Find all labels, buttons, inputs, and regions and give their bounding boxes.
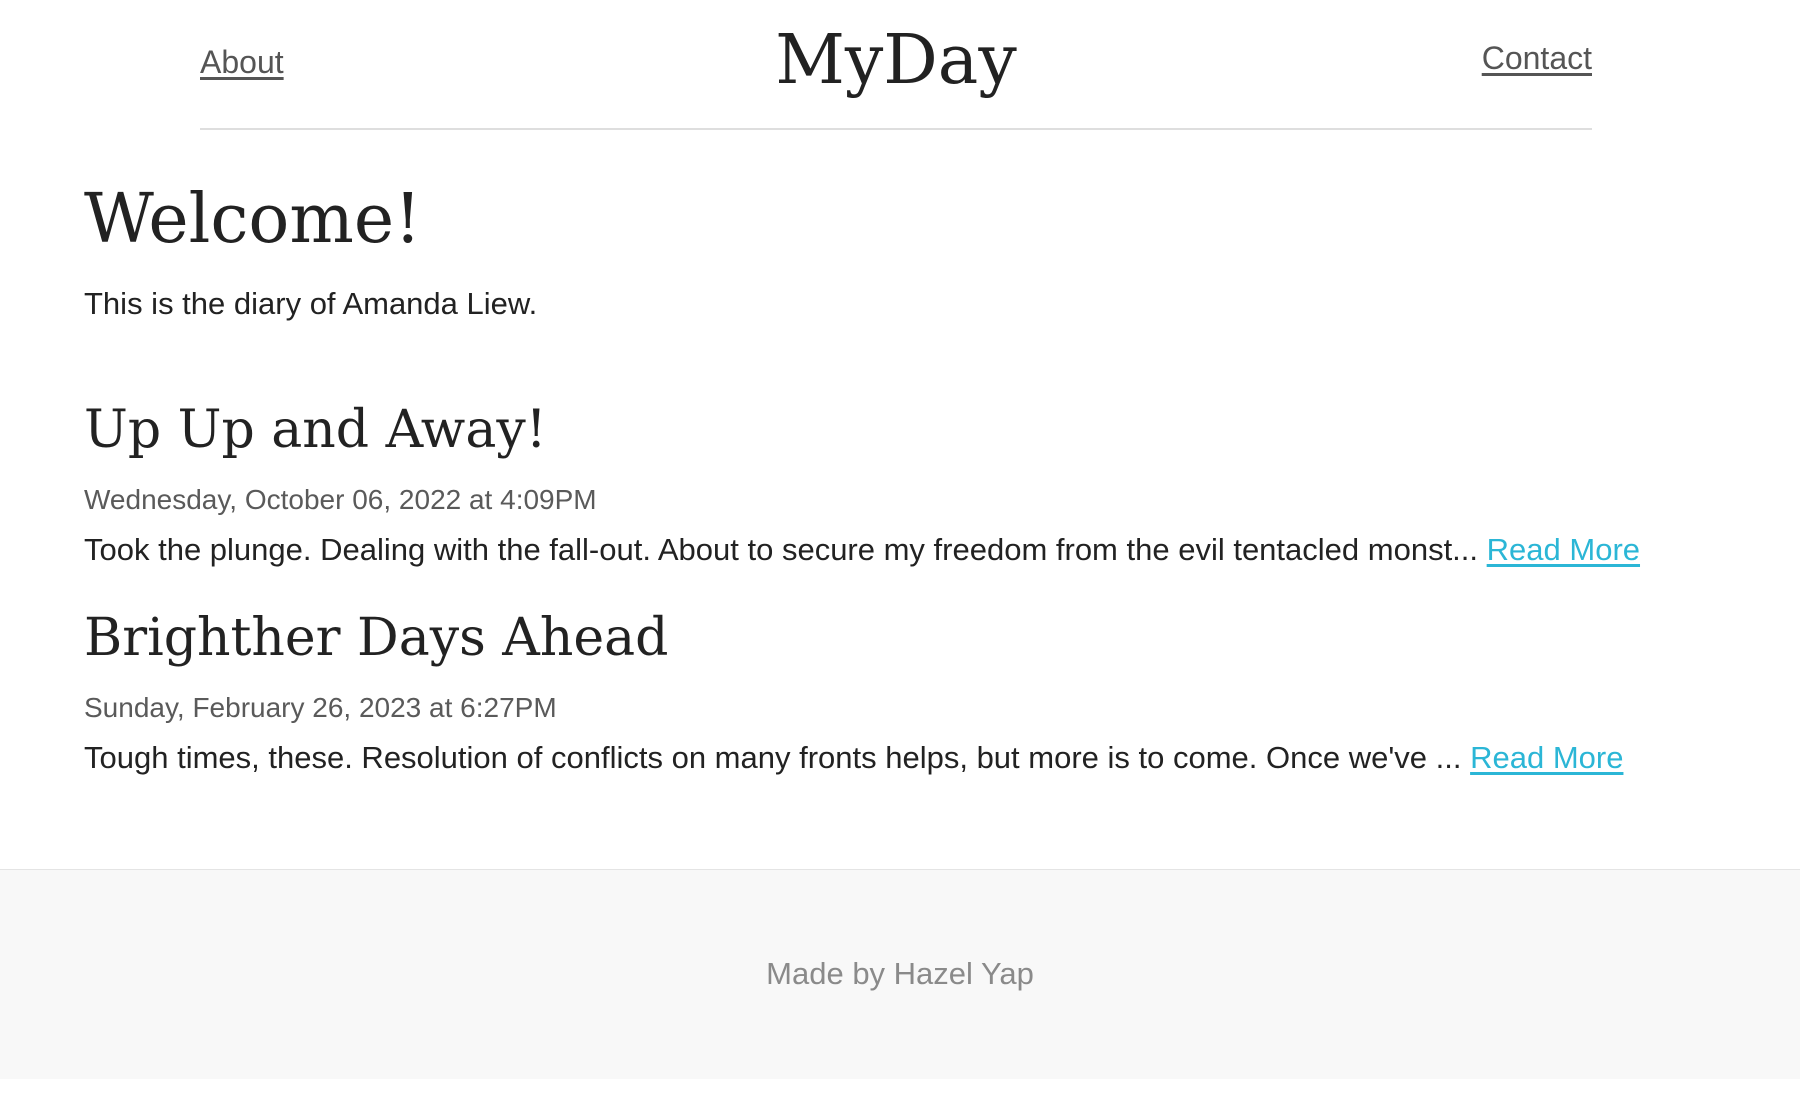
site-footer: Made by Hazel Yap: [0, 869, 1800, 1079]
post-date: Wednesday, October 06, 2022 at 4:09PM: [84, 484, 597, 515]
footer-credit: Made by Hazel Yap: [766, 956, 1034, 991]
site-header: About MyDay Contact: [200, 0, 1592, 130]
read-more-link[interactable]: Read More: [1470, 740, 1623, 775]
post-date: Sunday, February 26, 2023 at 6:27PM: [84, 692, 557, 723]
welcome-heading: Welcome!: [84, 180, 422, 259]
read-more-link[interactable]: Read More: [1487, 532, 1640, 567]
post-item: Brighther Days Ahead Sunday, February 26…: [84, 600, 1724, 782]
post-excerpt: Took the plunge. Dealing with the fall-o…: [84, 526, 1724, 574]
nav-contact-link[interactable]: Contact: [1482, 40, 1592, 77]
post-excerpt: Tough times, these. Resolution of confli…: [84, 734, 1724, 782]
intro-text: This is the diary of Amanda Liew.: [84, 286, 538, 321]
post-title[interactable]: Brighther Days Ahead: [84, 600, 1724, 676]
post-title[interactable]: Up Up and Away!: [84, 392, 1724, 468]
page: About MyDay Contact Welcome! This is the…: [0, 0, 1800, 1102]
post-excerpt-text: Tough times, these. Resolution of confli…: [84, 740, 1462, 775]
main-content: Welcome! This is the diary of Amanda Lie…: [84, 170, 1724, 782]
post-item: Up Up and Away! Wednesday, October 06, 2…: [84, 392, 1724, 574]
post-excerpt-text: Took the plunge. Dealing with the fall-o…: [84, 532, 1479, 567]
site-title[interactable]: MyDay: [200, 16, 1592, 106]
